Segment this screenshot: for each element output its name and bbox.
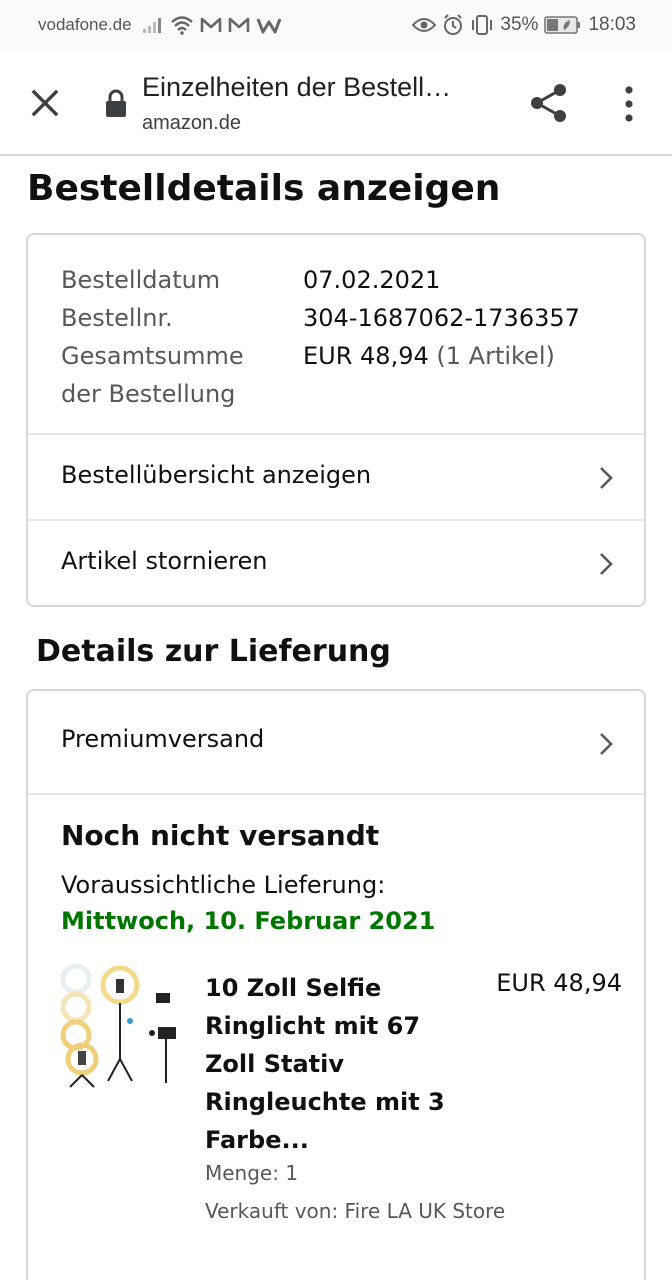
more-vert-icon[interactable] [620, 84, 638, 124]
page-tab-title: Einzelheiten der Bestell… [142, 72, 452, 102]
order-total-row: Gesamtsumme der Bestellung EUR 48,94 (1 … [61, 337, 621, 413]
order-number-row: Bestellnr. 304-1687062-1736357 [61, 299, 621, 337]
order-number-value: 304-1687062-1736357 [303, 304, 580, 332]
expected-delivery-date: Mittwoch, 10. Februar 2021 [61, 907, 436, 935]
mail-icon [200, 17, 222, 32]
shipping-method-link[interactable]: Premiumversand [28, 691, 644, 795]
share-icon[interactable] [528, 82, 570, 124]
delivery-card: Premiumversand Noch nicht versandt Vorau… [26, 689, 646, 1280]
vibrate-icon [472, 15, 493, 35]
order-date-row: Bestelldatum 07.02.2021 [61, 261, 621, 299]
order-total-label-line1: Gesamtsumme [61, 342, 244, 370]
lock-icon [106, 89, 126, 117]
signal-icon [143, 18, 161, 33]
page-title: Bestelldetails anzeigen [27, 168, 501, 209]
wifi-icon [171, 16, 193, 35]
order-info: Bestelldatum 07.02.2021 Bestellnr. 304-1… [61, 261, 621, 413]
chevron-right-icon [600, 553, 613, 575]
delivery-section-title: Details zur Lieferung [36, 634, 391, 669]
view-order-summary-link[interactable]: Bestellübersicht anzeigen [28, 433, 644, 519]
url-domain[interactable]: amazon.de [142, 112, 241, 135]
order-total-label: Gesamtsumme der Bestellung [61, 337, 303, 413]
app-w-icon [256, 18, 282, 34]
order-date-value: 07.02.2021 [303, 266, 441, 294]
order-total-value: EUR 48,94 (1 Artikel) [303, 337, 555, 413]
cancel-items-link[interactable]: Artikel stornieren [28, 519, 644, 605]
shipment-status: Noch nicht versandt [61, 819, 380, 852]
custom-tab-toolbar: Einzelheiten der Bestell… amazon.de [0, 52, 672, 156]
order-number-label: Bestellnr. [61, 304, 173, 332]
product-image[interactable] [58, 963, 180, 1089]
order-date-label: Bestelldatum [61, 266, 221, 294]
carrier-label: vodafone.de [38, 15, 132, 34]
status-bar: vodafone.de 35% 18:03 [0, 0, 672, 52]
eye-icon [412, 18, 437, 32]
notification-icons [142, 12, 282, 38]
chevron-right-icon [600, 467, 613, 489]
expected-delivery-label: Voraussichtliche Lieferung: [61, 871, 386, 899]
chevron-right-icon [600, 733, 613, 755]
system-icons: 35% 18:03 [412, 12, 636, 38]
clock: 18:03 [588, 14, 636, 35]
battery-percent: 35% [500, 14, 539, 35]
cancel-items-label: Artikel stornieren [61, 547, 268, 575]
product-title-link[interactable]: 10 Zoll Selfie Ringlicht mit 67 Zoll Sta… [205, 969, 465, 1159]
order-summary-card: Bestelldatum 07.02.2021 Bestellnr. 304-1… [26, 233, 646, 607]
view-order-summary-label: Bestellübersicht anzeigen [61, 461, 372, 489]
shipping-method-label: Premiumversand [61, 725, 265, 753]
close-icon[interactable] [26, 84, 64, 122]
alarm-icon [444, 14, 463, 35]
order-total-amount: EUR 48,94 [303, 342, 429, 370]
product-price: EUR 48,94 [496, 969, 622, 997]
product-seller[interactable]: Verkauft von: Fire LA UK Store [205, 1199, 505, 1223]
battery-icon [544, 16, 581, 34]
mail-icon [228, 17, 250, 32]
order-item-count: (1 Artikel) [436, 342, 555, 370]
product-quantity: Menge: 1 [205, 1161, 299, 1185]
order-total-label-line2: der Bestellung [61, 380, 236, 408]
